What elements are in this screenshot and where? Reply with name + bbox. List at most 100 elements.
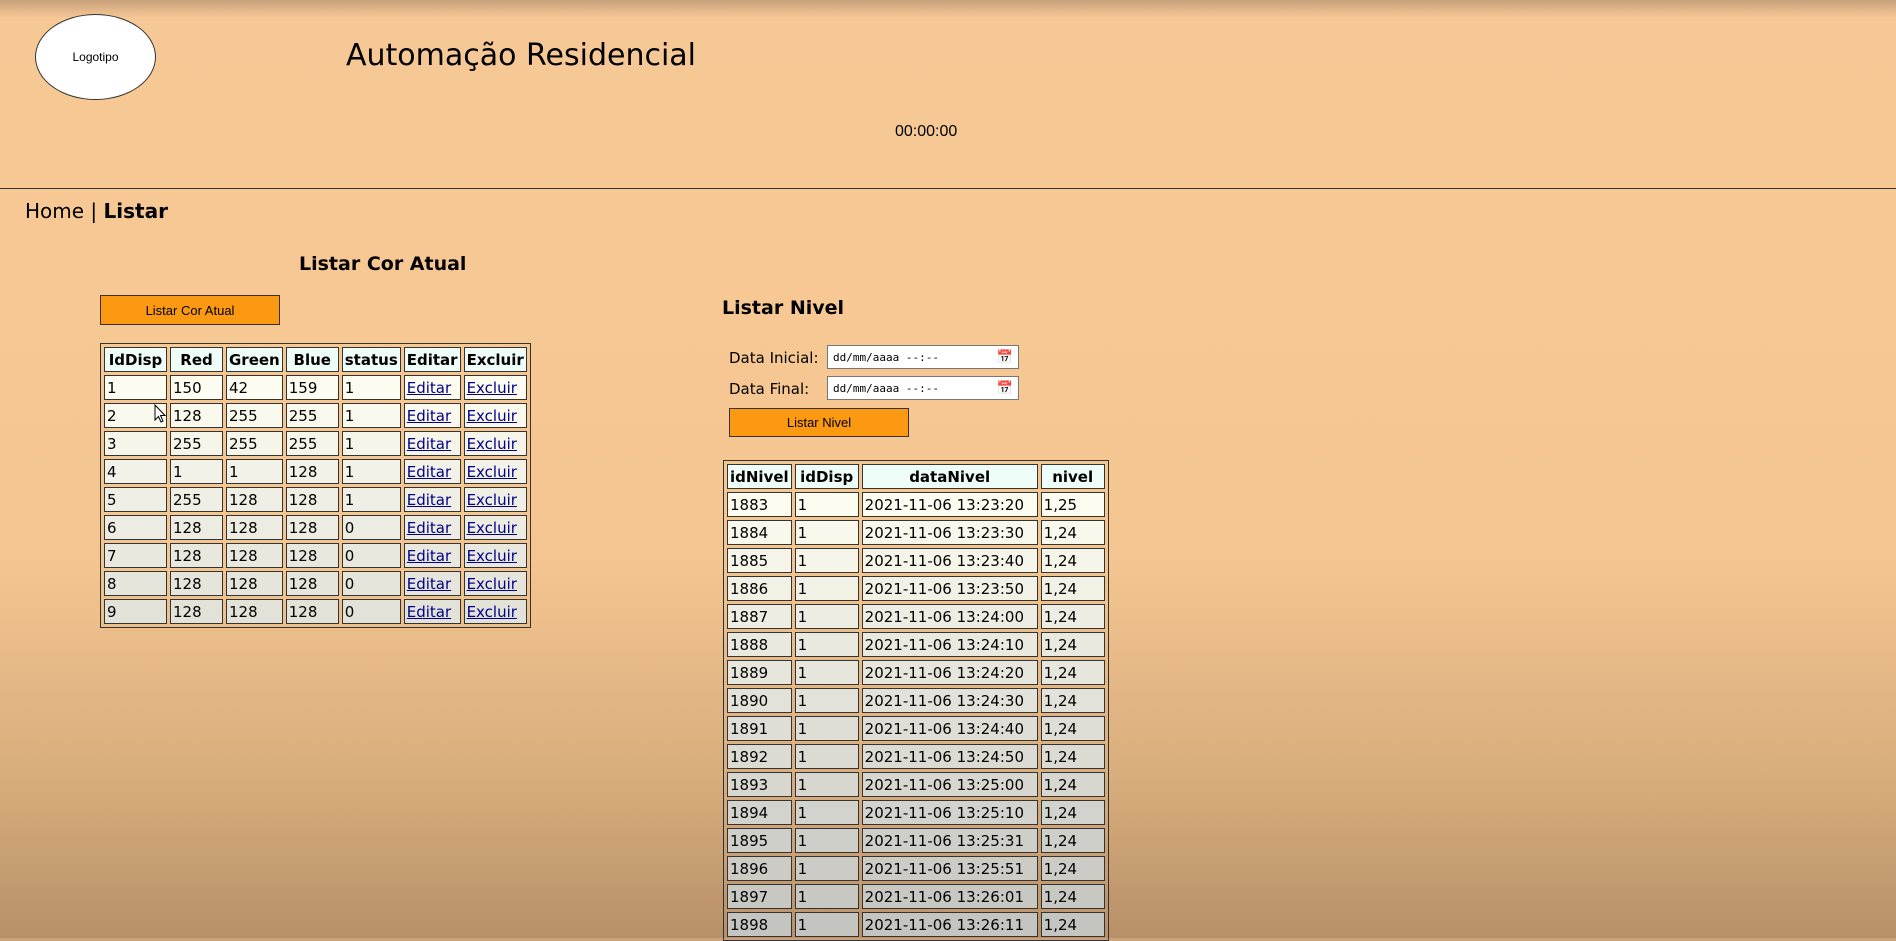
- editar-link[interactable]: Editar: [407, 379, 451, 397]
- nivel-table-cell-data: 2021-11-06 13:26:11: [861, 912, 1038, 937]
- table-row: 1 150 42 159 1 Editar Excluir: [104, 375, 527, 400]
- cor-table-cell-del: Excluir: [463, 487, 527, 512]
- nivel-table-cell-disp: 1: [794, 856, 859, 881]
- cor-table-cell-status: 1: [341, 403, 401, 428]
- table-row: 1890 1 2021-11-06 13:24:30 1,24: [727, 688, 1105, 713]
- cor-table-cell-id: 1: [104, 375, 167, 400]
- nivel-table-cell-data: 2021-11-06 13:23:40: [861, 548, 1038, 573]
- cor-table-cell-edit: Editar: [403, 403, 461, 428]
- listar-nivel-button[interactable]: Listar Nivel: [729, 408, 909, 437]
- editar-link[interactable]: Editar: [407, 547, 451, 565]
- cor-table-cell-green: 128: [226, 487, 283, 512]
- table-row: 3 255 255 255 1 Editar Excluir: [104, 431, 527, 456]
- cor-table-cell-id: 5: [104, 487, 167, 512]
- data-final-input[interactable]: dd/mm/aaaa --:-- 📅: [827, 376, 1019, 400]
- cor-table-cell-status: 1: [341, 431, 401, 456]
- nivel-table-cell-id: 1895: [727, 828, 792, 853]
- nivel-table-cell-data: 2021-11-06 13:25:00: [861, 772, 1038, 797]
- table-row: 1891 1 2021-11-06 13:24:40 1,24: [727, 716, 1105, 741]
- editar-link[interactable]: Editar: [407, 603, 451, 621]
- excluir-link[interactable]: Excluir: [467, 491, 517, 509]
- table-row: 6 128 128 128 0 Editar Excluir: [104, 515, 527, 540]
- cor-table-cell-edit: Editar: [403, 543, 461, 568]
- nivel-table-cell-id: 1884: [727, 520, 792, 545]
- table-row: 9 128 128 128 0 Editar Excluir: [104, 599, 527, 624]
- excluir-link[interactable]: Excluir: [467, 379, 517, 397]
- editar-link[interactable]: Editar: [407, 519, 451, 537]
- excluir-link[interactable]: Excluir: [467, 547, 517, 565]
- nivel-table-cell-id: 1898: [727, 912, 792, 937]
- editar-link[interactable]: Editar: [407, 435, 451, 453]
- nivel-table-cell-data: 2021-11-06 13:24:20: [861, 660, 1038, 685]
- nivel-table-cell-id: 1888: [727, 632, 792, 657]
- excluir-link[interactable]: Excluir: [467, 407, 517, 425]
- table-row: 1893 1 2021-11-06 13:25:00 1,24: [727, 772, 1105, 797]
- listar-cor-atual-button[interactable]: Listar Cor Atual: [100, 295, 280, 325]
- excluir-link[interactable]: Excluir: [467, 575, 517, 593]
- table-row: 1886 1 2021-11-06 13:23:50 1,24: [727, 576, 1105, 601]
- nivel-table-body: 1883 1 2021-11-06 13:23:20 1,25 1884 1 2021-11…: [727, 492, 1105, 937]
- breadcrumb-home-link[interactable]: Home: [25, 199, 84, 223]
- nivel-table-cell-data: 2021-11-06 13:24:10: [861, 632, 1038, 657]
- data-inicial-input[interactable]: dd/mm/aaaa --:-- 📅: [827, 345, 1019, 369]
- data-final-label: Data Final:: [729, 380, 810, 398]
- editar-link[interactable]: Editar: [407, 407, 451, 425]
- cor-table-cell-status: 0: [341, 543, 401, 568]
- nivel-table-cell-id: 1891: [727, 716, 792, 741]
- cor-table-cell-id: 9: [104, 599, 167, 624]
- table-row: 1887 1 2021-11-06 13:24:00 1,24: [727, 604, 1105, 629]
- nivel-table-cell-data: 2021-11-06 13:24:50: [861, 744, 1038, 769]
- nivel-table-header-cell: idDisp: [794, 464, 859, 489]
- table-row: 1892 1 2021-11-06 13:24:50 1,24: [727, 744, 1105, 769]
- table-row: 1885 1 2021-11-06 13:23:40 1,24: [727, 548, 1105, 573]
- nivel-table-cell-disp: 1: [794, 884, 859, 909]
- cor-table-cell-status: 0: [341, 515, 401, 540]
- nivel-table-cell-disp: 1: [794, 576, 859, 601]
- cor-table: IdDisp Red Green Blue status Editar Excluir 1 1…: [100, 343, 531, 628]
- cor-table-cell-blue: 128: [285, 487, 339, 512]
- nivel-table-cell-disp: 1: [794, 604, 859, 629]
- site-title: Automação Residencial: [346, 38, 697, 73]
- editar-link[interactable]: Editar: [407, 575, 451, 593]
- table-row: 1894 1 2021-11-06 13:25:10 1,24: [727, 800, 1105, 825]
- table-row: 4 1 1 128 1 Editar Excluir: [104, 459, 527, 484]
- cor-table-header-cell: Blue: [285, 347, 339, 372]
- breadcrumb-separator: |: [90, 199, 98, 223]
- cor-table-cell-red: 128: [170, 599, 223, 624]
- nivel-table-cell-data: 2021-11-06 13:26:01: [861, 884, 1038, 909]
- cor-table-header-row: IdDisp Red Green Blue status Editar Excluir: [104, 347, 527, 372]
- nivel-table-cell-disp: 1: [794, 520, 859, 545]
- cor-table-cell-del: Excluir: [463, 515, 527, 540]
- editar-link[interactable]: Editar: [407, 463, 451, 481]
- table-row: 7 128 128 128 0 Editar Excluir: [104, 543, 527, 568]
- nivel-table-cell-nivel: 1,24: [1040, 772, 1105, 797]
- excluir-link[interactable]: Excluir: [467, 603, 517, 621]
- nivel-table-cell-nivel: 1,24: [1040, 884, 1105, 909]
- excluir-link[interactable]: Excluir: [467, 463, 517, 481]
- cor-table-cell-del: Excluir: [463, 403, 527, 428]
- editar-link[interactable]: Editar: [407, 491, 451, 509]
- cor-table-cell-id: 7: [104, 543, 167, 568]
- calendar-icon[interactable]: 📅: [997, 350, 1013, 365]
- cor-table-cell-red: 255: [170, 487, 223, 512]
- table-row: 1897 1 2021-11-06 13:26:01 1,24: [727, 884, 1105, 909]
- excluir-link[interactable]: Excluir: [467, 519, 517, 537]
- nivel-table-cell-data: 2021-11-06 13:24:30: [861, 688, 1038, 713]
- cor-table-cell-blue: 128: [285, 515, 339, 540]
- nivel-table-cell-nivel: 1,24: [1040, 716, 1105, 741]
- nivel-table-cell-nivel: 1,24: [1040, 576, 1105, 601]
- nivel-table-cell-id: 1897: [727, 884, 792, 909]
- nivel-table-cell-nivel: 1,24: [1040, 604, 1105, 629]
- nivel-table-cell-nivel: 1,24: [1040, 856, 1105, 881]
- clock: 00:00:00: [895, 123, 958, 140]
- nivel-table-cell-id: 1886: [727, 576, 792, 601]
- cor-table-cell-red: 128: [170, 543, 223, 568]
- cor-table-cell-green: 128: [226, 571, 283, 596]
- cor-table-cell-status: 0: [341, 571, 401, 596]
- cor-table-cell-blue: 255: [285, 403, 339, 428]
- nivel-table-cell-id: 1887: [727, 604, 792, 629]
- calendar-icon[interactable]: 📅: [997, 381, 1013, 396]
- cor-table-cell-red: 128: [170, 571, 223, 596]
- nivel-table-cell-disp: 1: [794, 548, 859, 573]
- excluir-link[interactable]: Excluir: [467, 435, 517, 453]
